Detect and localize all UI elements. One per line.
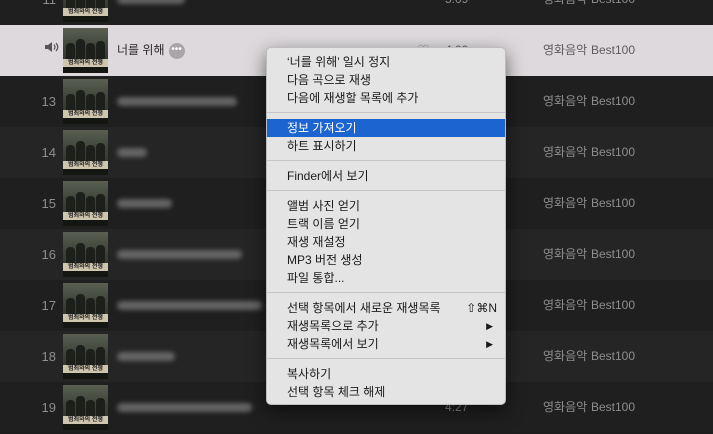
menu-item-new-playlist-from-selection[interactable]: 선택 항목에서 새로운 재생목록 ⇧⌘N	[267, 299, 505, 317]
track-genre: 영화음악	[543, 247, 588, 261]
track-playlist: Best100	[591, 298, 636, 312]
track-number: 19	[41, 400, 56, 415]
menu-item-add-to-playlist[interactable]: 재생목록으로 추가 ▶	[267, 317, 505, 335]
track-title-blurred	[117, 403, 252, 412]
menu-item-add-to-up-next[interactable]: 다음에 재생할 목록에 추가	[267, 89, 505, 107]
menu-separator	[267, 292, 505, 293]
track-number: 17	[41, 298, 56, 313]
track-number: 13	[41, 94, 56, 109]
album-art: 범죄와의 전쟁	[63, 385, 108, 430]
menu-item-reset-plays[interactable]: 재생 재설정	[267, 233, 505, 251]
album-art-text: 범죄와의 전쟁	[63, 161, 108, 169]
menu-item-pause[interactable]: ‘너를 위해’ 일시 정지	[267, 53, 505, 71]
album-art-text: 범죄와의 전쟁	[63, 314, 108, 322]
more-options-button[interactable]: •••	[168, 42, 185, 59]
album-art: 범죄와의 전쟁	[63, 0, 108, 22]
submenu-arrow-icon: ▶	[486, 339, 493, 349]
album-art-text: 범죄와의 전쟁	[63, 365, 108, 373]
submenu-arrow-icon: ▶	[486, 321, 493, 331]
album-art-text: 범죄와의 전쟁	[63, 110, 108, 118]
track-number: 16	[41, 247, 56, 262]
track-playlist: Best100	[591, 0, 635, 25]
track-row[interactable]: 11 범죄와의 전쟁 5:09 영화음악 Best100	[0, 0, 713, 25]
menu-item-uncheck-selection[interactable]: 선택 항목 체크 해제	[267, 383, 505, 401]
menu-item-get-track-names[interactable]: 트랙 이름 얻기	[267, 215, 505, 233]
track-playlist: Best100	[591, 349, 636, 363]
track-title-blurred	[117, 0, 185, 4]
track-genre: 영화음악	[543, 349, 588, 363]
track-playlist: Best100	[591, 145, 636, 159]
track-genre: 영화음악	[543, 400, 588, 414]
menu-separator	[267, 112, 505, 113]
menu-item-play-next[interactable]: 다음 곡으로 재생	[267, 71, 505, 89]
track-title-blurred	[117, 97, 237, 106]
track-genre: 영화음악	[543, 43, 588, 57]
menu-item-create-mp3[interactable]: MP3 버전 생성	[267, 251, 505, 269]
menu-item-show-in-finder[interactable]: Finder에서 보기	[267, 167, 505, 185]
menu-item-label: 선택 항목에서 새로운 재생목록	[287, 301, 441, 315]
album-art-text: 범죄와의 전쟁	[63, 59, 108, 67]
menu-separator	[267, 190, 505, 191]
menu-item-label: 재생목록에서 보기	[287, 337, 379, 351]
track-title: 너를 위해 •••	[117, 25, 185, 76]
track-number: 15	[41, 196, 56, 211]
keyboard-shortcut: ⇧⌘N	[466, 301, 497, 315]
track-title-blurred	[117, 352, 175, 361]
track-playlist: Best100	[591, 43, 636, 57]
context-menu: ‘너를 위해’ 일시 정지 다음 곡으로 재생 다음에 재생할 목록에 추가 정…	[266, 47, 506, 405]
menu-item-show-in-playlist[interactable]: 재생목록에서 보기 ▶	[267, 335, 505, 353]
menu-item-label: 재생목록으로 추가	[287, 319, 379, 333]
track-title-blurred	[117, 199, 172, 208]
album-art-text: 범죄와의 전쟁	[63, 212, 108, 220]
track-time: 5:09	[445, 0, 468, 25]
track-number: 11	[18, 0, 57, 25]
album-art: 범죄와의 전쟁	[63, 283, 108, 328]
album-art-text: 범죄와의 전쟁	[63, 263, 108, 271]
album-art: 범죄와의 전쟁	[63, 130, 108, 175]
track-genre: 영화음악	[543, 298, 588, 312]
track-title-blurred	[117, 301, 262, 310]
album-art: 범죄와의 전쟁	[63, 79, 108, 124]
menu-item-get-info[interactable]: 정보 가져오기	[267, 119, 505, 137]
menu-separator	[267, 160, 505, 161]
album-art-text: 범죄와의 전쟁	[63, 8, 108, 16]
album-art-text: 범죄와의 전쟁	[63, 416, 108, 424]
speaker-icon	[44, 25, 60, 76]
menu-item-get-album-artwork[interactable]: 앨범 사진 얻기	[267, 197, 505, 215]
track-genre: 영화음악	[543, 0, 587, 25]
track-playlist: Best100	[591, 196, 636, 210]
album-art: 범죄와의 전쟁	[63, 181, 108, 226]
track-number: 14	[41, 145, 56, 160]
album-art: 범죄와의 전쟁	[63, 232, 108, 277]
track-title-blurred	[117, 250, 242, 259]
album-art: 범죄와의 전쟁	[63, 28, 108, 73]
track-number: 18	[41, 349, 56, 364]
menu-item-love[interactable]: 하트 표시하기	[267, 137, 505, 155]
track-genre: 영화음악	[543, 94, 588, 108]
menu-separator	[267, 358, 505, 359]
track-playlist: Best100	[591, 247, 636, 261]
track-playlist: Best100	[591, 400, 636, 414]
track-title-text: 너를 위해	[117, 43, 165, 57]
album-art: 범죄와의 전쟁	[63, 334, 108, 379]
menu-item-copy[interactable]: 복사하기	[267, 365, 505, 383]
track-genre: 영화음악	[543, 145, 588, 159]
menu-item-consolidate-files[interactable]: 파일 통합...	[267, 269, 505, 287]
track-playlist: Best100	[591, 94, 636, 108]
track-title-blurred	[117, 148, 147, 157]
track-genre: 영화음악	[543, 196, 588, 210]
